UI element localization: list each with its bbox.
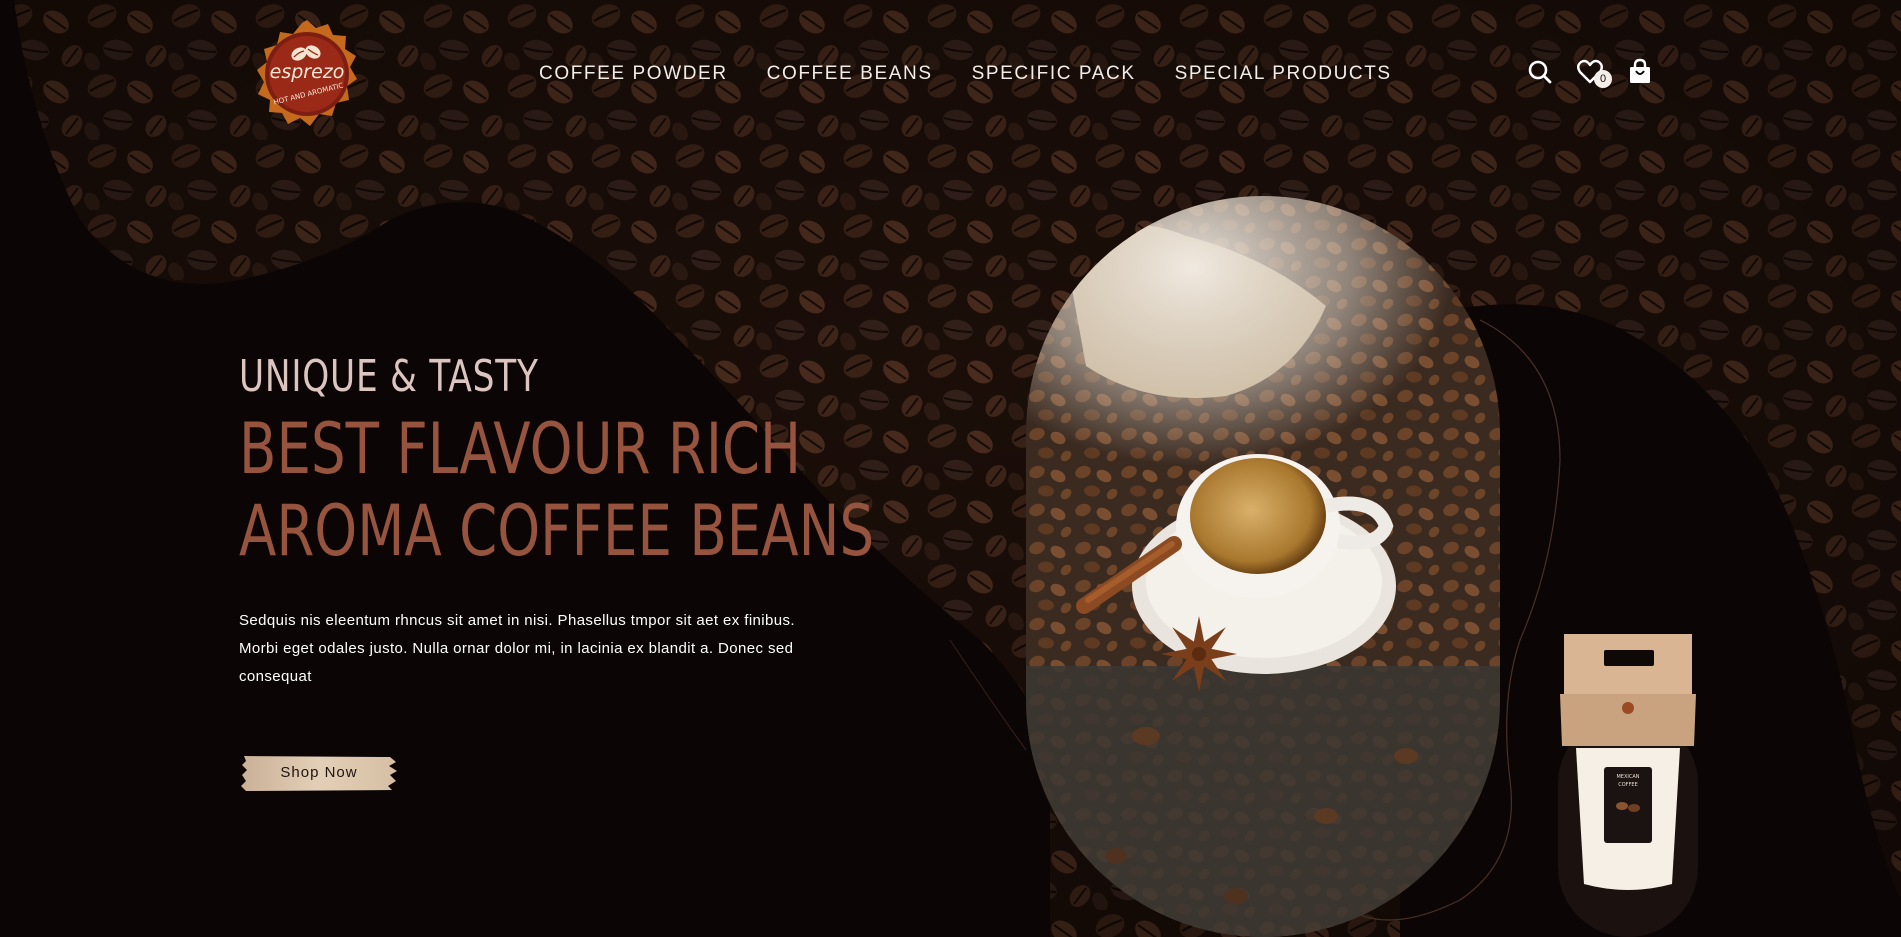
logo-wordmark: esprezo — [270, 61, 345, 83]
coffee-cup-image — [1026, 196, 1500, 937]
nav-item-special-products[interactable]: SPECIAL PRODUCTS — [1175, 60, 1392, 88]
pack-label-line-1: MEXICAN — [1616, 774, 1639, 780]
nav-item-coffee-powder[interactable]: COFFEE POWDER — [539, 60, 728, 88]
search-icon — [1528, 60, 1552, 84]
wishlist-button[interactable]: 0 — [1576, 58, 1612, 88]
header-icons: 0 — [1526, 58, 1654, 88]
hero-pretitle: UNIQUE & TASTY — [239, 351, 539, 402]
wishlist-count-badge: 0 — [1594, 70, 1612, 88]
hero-title: BEST FLAVOUR RICH AROMA COFFEE BEANS — [239, 408, 874, 572]
main-nav: COFFEE POWDER COFFEE BEANS SPECIFIC PACK… — [539, 60, 1392, 88]
nav-item-specific-pack[interactable]: SPECIFIC PACK — [972, 60, 1136, 88]
hero-title-line-2: AROMA COFFEE BEANS — [239, 490, 875, 572]
hero-title-line-1: BEST FLAVOUR RICH — [239, 408, 802, 490]
cart-button[interactable] — [1626, 58, 1654, 86]
coffee-pack-image: MEXICAN COFFEE — [1558, 634, 1698, 937]
search-button[interactable] — [1526, 58, 1554, 86]
shop-now-button[interactable]: Shop Now — [240, 753, 398, 793]
esprezo-logo[interactable]: esprezo HOT AND AROMATIC — [250, 20, 364, 128]
bag-icon — [1630, 58, 1650, 83]
nav-item-coffee-beans[interactable]: COFFEE BEANS — [767, 60, 933, 88]
hero-description: Sedquis nis eleentum rhncus sit amet in … — [239, 612, 795, 685]
shop-now-label: Shop Now — [280, 764, 358, 781]
pack-label-line-2: COFFEE — [1618, 782, 1638, 788]
